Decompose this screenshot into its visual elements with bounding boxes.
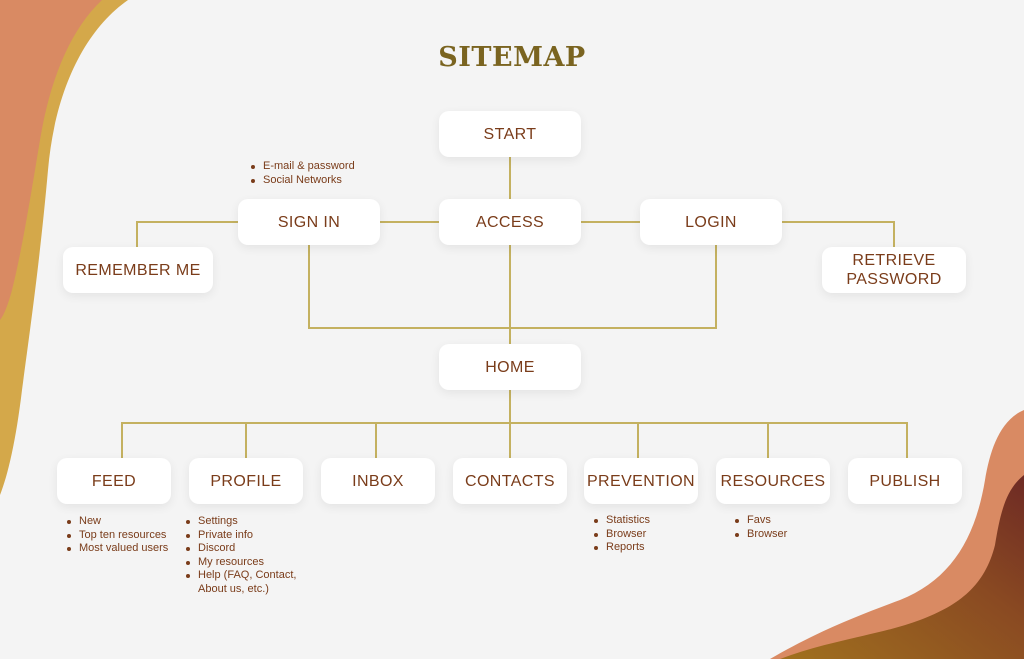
note-item: Private info: [186, 529, 318, 543]
node-remember-me[interactable]: REMEMBER ME: [63, 247, 213, 293]
node-profile-label: PROFILE: [210, 472, 282, 490]
node-sign-in[interactable]: SIGN IN: [238, 199, 380, 245]
note-item: Favs: [734, 514, 787, 528]
node-publish-label: PUBLISH: [869, 472, 941, 490]
node-login[interactable]: LOGIN: [640, 199, 782, 245]
node-resources[interactable]: RESOURCES: [716, 458, 830, 504]
node-retrieve-password-line2: PASSWORD: [846, 271, 942, 288]
profile-notes: Settings Private info Discord My resourc…: [180, 515, 318, 597]
note-item: E-mail & password: [251, 160, 355, 172]
node-contacts-label: CONTACTS: [464, 472, 555, 490]
note-item: Statistics: [593, 514, 651, 526]
node-inbox-label: INBOX: [352, 472, 404, 490]
note-item: Settings: [186, 515, 318, 529]
node-prevention[interactable]: PREVENTION: [584, 458, 698, 504]
note-item: Help (FAQ, Contact, About us, etc.): [186, 569, 318, 596]
note-item: Most valued users: [66, 542, 169, 555]
note-item: Browser: [734, 527, 788, 540]
resources-notes: Favs Browser: [729, 514, 787, 541]
node-login-label: LOGIN: [685, 213, 737, 231]
node-sign-in-label: SIGN IN: [277, 213, 341, 231]
node-feed-label: FEED: [91, 472, 137, 490]
node-profile[interactable]: PROFILE: [189, 458, 303, 504]
sign-in-notes: E-mail & password Social Networks: [245, 160, 355, 187]
node-start[interactable]: START: [439, 111, 581, 157]
page-title: SITEMAP: [438, 42, 586, 73]
note-item: Top ten resources: [66, 528, 167, 541]
node-access[interactable]: ACCESS: [439, 199, 581, 245]
prevention-notes: Statistics Browser Reports: [588, 514, 650, 555]
node-retrieve-password-label: RETRIEVE PASSWORD: [846, 251, 941, 289]
node-home-label: HOME: [485, 358, 535, 376]
node-home[interactable]: HOME: [439, 344, 581, 390]
note-item: Social Networks: [251, 174, 355, 188]
node-start-label: START: [483, 125, 537, 143]
node-remember-me-label: REMEMBER ME: [75, 261, 201, 279]
node-retrieve-password[interactable]: RETRIEVE PASSWORD: [822, 247, 966, 293]
node-inbox[interactable]: INBOX: [321, 458, 435, 504]
node-retrieve-password-line1: RETRIEVE: [852, 252, 936, 269]
node-access-label: ACCESS: [475, 213, 545, 231]
node-prevention-label: PREVENTION: [586, 472, 695, 490]
node-resources-label: RESOURCES: [720, 472, 826, 490]
node-publish[interactable]: PUBLISH: [848, 458, 962, 504]
connector-lines: [121, 157, 908, 458]
feed-notes: New Top ten resources Most valued users: [61, 515, 168, 556]
note-item: Discord: [186, 542, 318, 556]
node-feed[interactable]: FEED: [57, 458, 171, 504]
note-item: My resources: [186, 556, 318, 570]
note-item: New: [66, 515, 168, 529]
note-item: Browser: [593, 528, 650, 542]
node-contacts[interactable]: CONTACTS: [453, 458, 567, 504]
note-item: Reports: [593, 541, 650, 555]
